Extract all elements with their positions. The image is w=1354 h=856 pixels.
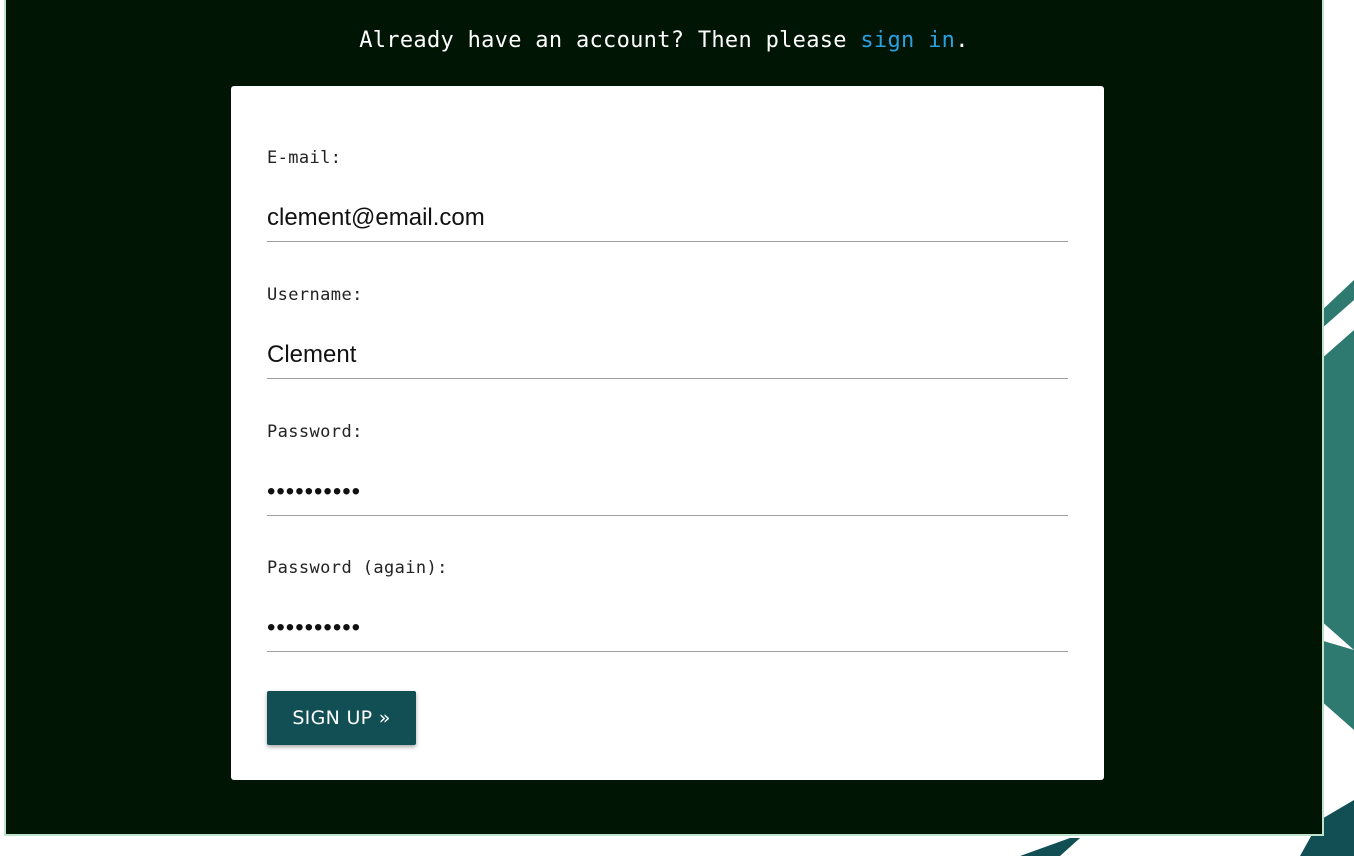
password-again-input[interactable] <box>267 604 1068 652</box>
signin-prompt: Already have an account? Then please sig… <box>6 28 1322 53</box>
email-input[interactable] <box>267 194 1068 242</box>
username-field-group: Username: <box>267 285 1068 379</box>
password-again-field-group: Password (again): <box>267 558 1068 652</box>
signup-panel: Already have an account? Then please sig… <box>4 0 1324 836</box>
username-label: Username: <box>267 285 363 305</box>
signin-prompt-text: Already have an account? Then please <box>359 28 861 53</box>
password-label: Password: <box>267 422 363 442</box>
password-input[interactable] <box>267 468 1068 516</box>
username-input[interactable] <box>267 331 1068 379</box>
email-label: E-mail: <box>267 148 342 168</box>
password-field-group: Password: <box>267 422 1068 516</box>
sign-up-button[interactable]: SIGN UP » <box>267 691 416 745</box>
email-field-group: E-mail: <box>267 148 1068 242</box>
password-again-label: Password (again): <box>267 558 448 578</box>
signin-prompt-trailing: . <box>955 28 969 53</box>
signup-form-card: E-mail: Username: Password: Password (ag… <box>231 86 1104 780</box>
signin-link[interactable]: sign in <box>860 28 955 53</box>
